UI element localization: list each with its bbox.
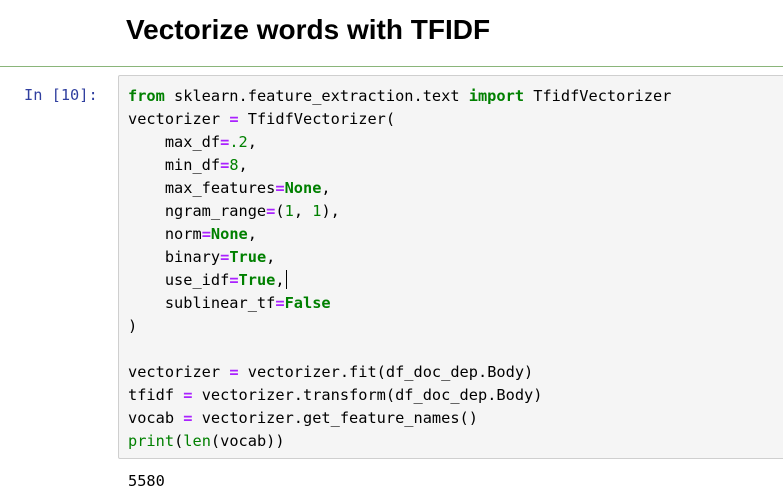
code-token: .2 [229,133,248,151]
code-token: = [275,179,285,197]
code-token: , [247,225,257,243]
code-token: min_df [128,156,221,174]
code-token: print [128,432,175,450]
code-token: max_df [128,133,221,151]
code-token: = [220,248,230,266]
code-token: = [220,156,230,174]
code-token: False [284,294,331,312]
code-line: ) [128,315,671,338]
code-line: ngram_range=(1, 1), [128,200,671,223]
code-token: ( [174,432,184,450]
code-token: import [468,87,525,105]
code-line: max_features=None, [128,177,671,200]
code-token: = [275,294,285,312]
code-token: vectorizer.transform(df_doc_dep.Body) [192,386,543,404]
code-token: = [220,133,230,151]
code-token: vectorizer [128,363,230,381]
code-token: = [229,363,239,381]
code-token: TfidfVectorizer( [238,110,396,128]
code-line: vectorizer = vectorizer.fit(df_doc_dep.B… [128,361,671,384]
code-token: None [284,179,322,197]
code-line: use_idf=True, [128,269,671,292]
code-line: min_df=8, [128,154,671,177]
code-token: from [128,87,165,105]
code-token: ) [128,317,138,335]
code-line: tfidf = vectorizer.transform(df_doc_dep.… [128,384,671,407]
code-token: , [275,271,285,289]
code-token: vectorizer.fit(df_doc_dep.Body) [238,363,534,381]
code-token: , [238,156,248,174]
code-token: sublinear_tf [128,294,276,312]
code-token: max_features [128,179,276,197]
code-token: vocab [128,409,184,427]
code-token: norm [128,225,202,243]
code-token: , [247,133,257,151]
code-line: vectorizer = TfidfVectorizer( [128,108,671,131]
code-token: vectorizer [128,110,230,128]
code-token: 1 [284,202,294,220]
code-token: use_idf [128,271,230,289]
code-token: (vocab)) [210,432,285,450]
code-line: print(len(vocab)) [128,430,671,453]
code-token: vectorizer.get_feature_names() [192,409,478,427]
code-token: len [183,432,211,450]
code-line: max_df=.2, [128,131,671,154]
code-token: tfidf [128,386,184,404]
code-token: ngram_range [128,202,267,220]
input-prompt: In [10]: [24,86,98,104]
code-line: norm=None, [128,223,671,246]
code-line: from sklearn.feature_extraction.text imp… [128,85,671,108]
cell-output: 5580 [128,472,165,490]
code-line: binary=True, [128,246,671,269]
code-token: ( [275,202,285,220]
code-token: True [238,271,276,289]
code-token: ), [321,202,340,220]
code-token: binary [128,248,221,266]
code-line: sublinear_tf=False [128,292,671,315]
code-content[interactable]: from sklearn.feature_extraction.text imp… [128,85,671,453]
code-token: , [293,202,313,220]
text-cursor [285,270,287,289]
code-token: sklearn.feature_extraction.text [164,87,469,105]
code-token: 8 [229,156,239,174]
code-line: vocab = vectorizer.get_feature_names() [128,407,671,430]
code-token: = [229,271,239,289]
code-token: = [201,225,211,243]
markdown-cell[interactable]: Vectorize words with TFIDF [0,0,783,67]
code-token: TfidfVectorizer [524,87,672,105]
code-token: True [229,248,267,266]
code-token: = [229,110,239,128]
code-token: None [210,225,248,243]
code-token: , [321,179,331,197]
code-token: , [266,248,276,266]
markdown-heading: Vectorize words with TFIDF [126,14,491,45]
code-token: = [266,202,276,220]
